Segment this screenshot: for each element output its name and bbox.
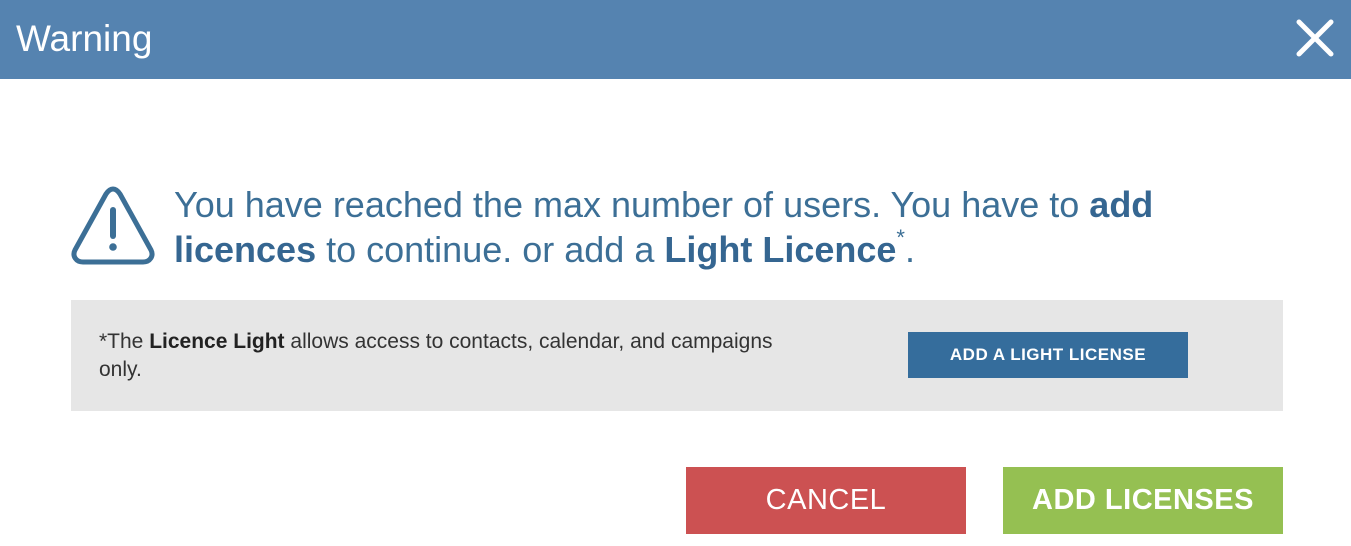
add-light-license-button[interactable]: ADD A LIGHT LICENSE [908,332,1188,378]
info-licence-light: Licence Light [149,330,285,353]
warning-message: You have reached the max number of users… [174,182,1224,272]
add-licenses-button[interactable]: ADD LICENSES [1003,467,1283,534]
asterisk-footnote-mark: * [896,225,905,250]
close-button[interactable] [1293,16,1337,60]
dialog-header: Warning [0,0,1351,79]
message-row: You have reached the max number of users… [70,182,1200,272]
cancel-button[interactable]: CANCEL [686,467,966,534]
warning-dialog: Warning You have reached the max number … [0,0,1351,546]
light-licence-emphasis: Light Licence [664,229,897,270]
close-icon [1296,19,1334,57]
message-part-1: You have reached the max number of users… [174,184,1090,225]
message-part-3: . [904,229,915,270]
dialog-title: Warning [16,18,153,59]
message-part-2: to continue. or add a [316,229,665,270]
light-licence-info-text: *The Licence Light allows access to cont… [99,328,799,384]
warning-triangle-icon [71,186,155,265]
info-prefix: *The [99,330,150,353]
light-licence-info-box: *The Licence Light allows access to cont… [71,300,1283,411]
